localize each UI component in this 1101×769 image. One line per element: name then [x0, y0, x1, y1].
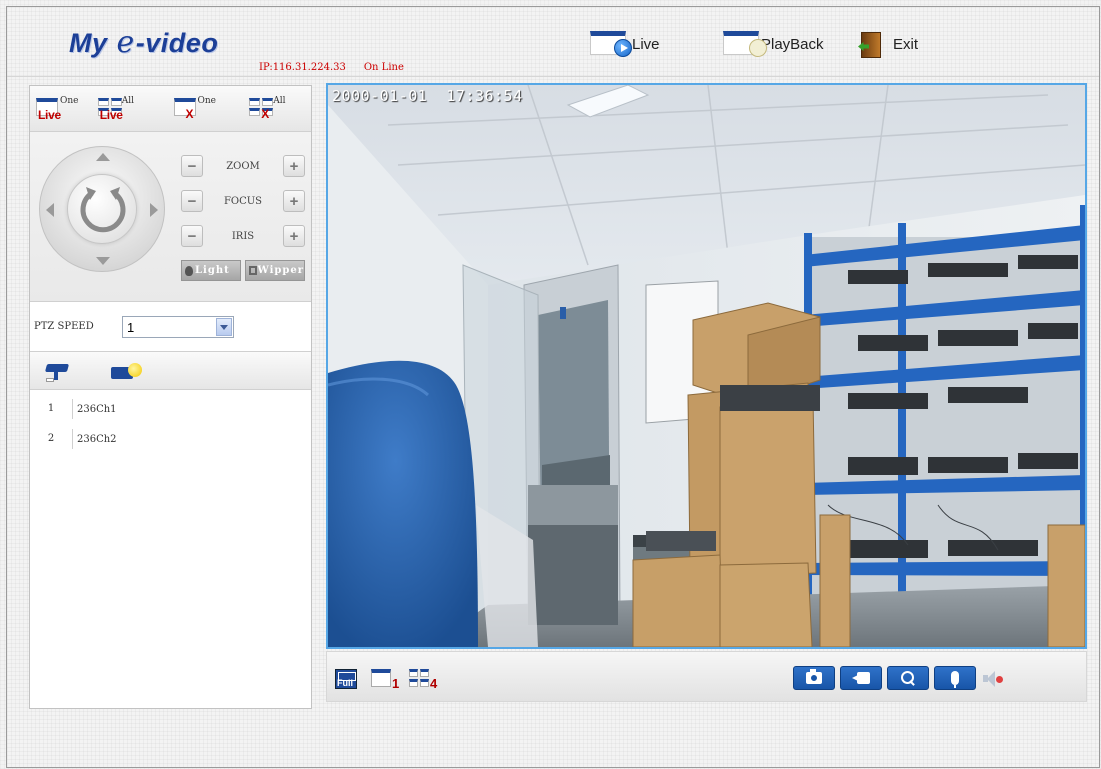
- magnifier-icon: [901, 671, 915, 685]
- chevron-down-icon: [216, 317, 232, 336]
- camera-icon[interactable]: [44, 364, 70, 382]
- iris-row: − IRIS +: [181, 224, 305, 248]
- single-screen-icon: [371, 669, 391, 687]
- fullscreen-button[interactable]: Full: [335, 669, 357, 689]
- live-button[interactable]: Live: [590, 29, 660, 59]
- channel-name: 236Ch1: [77, 403, 117, 415]
- speaker-muted-icon: [996, 676, 1003, 683]
- ptz-speed-label: PTZ SPEED: [34, 321, 94, 332]
- ptz-speed-select[interactable]: 1: [122, 315, 234, 338]
- camera-feed-image: [328, 85, 1085, 647]
- close-x-mark: X: [185, 106, 194, 121]
- focus-plus-button[interactable]: +: [282, 190, 305, 212]
- zoom-out-button[interactable]: −: [181, 155, 203, 177]
- ptz-speed-value: 1: [127, 319, 135, 335]
- microphone-icon: [951, 671, 959, 688]
- ptz-joystick[interactable]: [39, 146, 165, 272]
- pan-left-arrow-icon[interactable]: [46, 203, 54, 217]
- header: My e-video IP:116.31.224.33 On Line Live …: [7, 7, 1099, 77]
- logo-suffix: -video: [135, 28, 219, 58]
- list-item[interactable]: 1 236Ch1: [30, 394, 311, 424]
- single-view-label: 1: [392, 676, 400, 691]
- focus-minus-button[interactable]: −: [181, 190, 203, 212]
- list-item[interactable]: 2 236Ch2: [30, 424, 311, 454]
- close-all-label: All: [273, 95, 286, 106]
- fullscreen-label: Full: [337, 678, 353, 688]
- osd-timestamp: 2000-01-01 17:36:54: [332, 87, 523, 105]
- open-one-live-button[interactable]: One Live: [36, 94, 90, 124]
- record-button[interactable]: [840, 666, 882, 690]
- live-icon: [590, 31, 632, 57]
- playback-icon: [723, 31, 767, 57]
- app-window: My e-video IP:116.31.224.33 On Line Live …: [6, 6, 1100, 768]
- pan-up-arrow-icon[interactable]: [96, 153, 110, 161]
- playback-button[interactable]: PlayBack: [723, 29, 824, 59]
- iris-plus-button[interactable]: +: [283, 225, 305, 247]
- iris-minus-button[interactable]: −: [181, 225, 203, 247]
- logo-e: e: [116, 25, 135, 60]
- quad-screen-icon: [409, 669, 429, 687]
- bulb-icon: [185, 265, 193, 276]
- talk-button[interactable]: [934, 666, 976, 690]
- open-all-live-label: Live: [99, 107, 123, 122]
- open-all-live-button[interactable]: All Live: [97, 94, 152, 124]
- ip-address: IP:116.31.224.33: [259, 62, 346, 73]
- logo-prefix: My: [69, 28, 108, 58]
- close-all-x-mark: X: [261, 106, 270, 121]
- auto-rotate-icon[interactable]: [67, 174, 137, 244]
- light-label: Light: [195, 265, 230, 276]
- wipper-label: Wipper: [257, 265, 304, 276]
- live-label: Live: [632, 35, 660, 53]
- light-button[interactable]: Light: [181, 260, 241, 281]
- connection-info: IP:116.31.224.33 On Line: [259, 62, 404, 73]
- online-status: On Line: [363, 62, 404, 73]
- open-all-label: All: [121, 95, 135, 106]
- wiper-icon: [249, 266, 257, 275]
- playback-label: PlayBack: [761, 35, 824, 53]
- video-toolbar: Full 1 4: [326, 651, 1087, 702]
- exit-button[interactable]: Exit: [861, 29, 918, 59]
- view-toolbar: One Live All Live One X All X: [30, 86, 311, 132]
- device-tools: [30, 352, 311, 390]
- channel-number: 2: [30, 429, 73, 449]
- zoom-label: ZOOM: [226, 160, 260, 172]
- iris-label: IRIS: [231, 230, 255, 242]
- channel-number: 1: [30, 399, 73, 419]
- quad-view-button[interactable]: 4: [409, 669, 439, 691]
- open-one-live-label: Live: [38, 107, 61, 122]
- ptz-controls: − ZOOM + − FOCUS + − IRIS + Light Wipper: [30, 132, 311, 302]
- focus-label: FOCUS: [223, 195, 263, 207]
- aux-buttons: Light Wipper: [181, 260, 305, 281]
- video-record-icon: [852, 672, 870, 684]
- ptz-speed-row: PTZ SPEED 1: [30, 302, 311, 352]
- channel-list: 1 236Ch1 2 236Ch2: [30, 390, 311, 454]
- lamp-bulb-icon[interactable]: [111, 363, 147, 383]
- quad-view-label: 4: [430, 676, 438, 691]
- mute-button[interactable]: [983, 670, 1005, 688]
- logo: My e-video: [69, 25, 218, 60]
- focus-row: − FOCUS +: [181, 189, 305, 213]
- snapshot-button[interactable]: [793, 666, 835, 690]
- pan-right-arrow-icon[interactable]: [150, 203, 158, 217]
- close-one-label: One: [197, 95, 217, 106]
- digital-zoom-button[interactable]: [887, 666, 929, 690]
- video-viewport[interactable]: 2000-01-01 17:36:54: [326, 83, 1087, 649]
- pan-down-arrow-icon[interactable]: [96, 257, 110, 265]
- exit-door-icon: [861, 31, 891, 58]
- zoom-row: − ZOOM +: [181, 154, 305, 178]
- close-all-button[interactable]: All X: [249, 94, 303, 124]
- close-one-button[interactable]: One X: [173, 94, 228, 124]
- open-one-label: One: [60, 95, 79, 106]
- single-view-button[interactable]: 1: [371, 669, 401, 691]
- camera-snapshot-icon: [806, 669, 822, 684]
- control-panel: One Live All Live One X All X − ZOOM + −…: [29, 85, 312, 709]
- channel-name: 236Ch2: [77, 433, 117, 445]
- zoom-in-button[interactable]: +: [283, 155, 305, 177]
- exit-label: Exit: [893, 35, 919, 53]
- wipper-button[interactable]: Wipper: [245, 260, 305, 281]
